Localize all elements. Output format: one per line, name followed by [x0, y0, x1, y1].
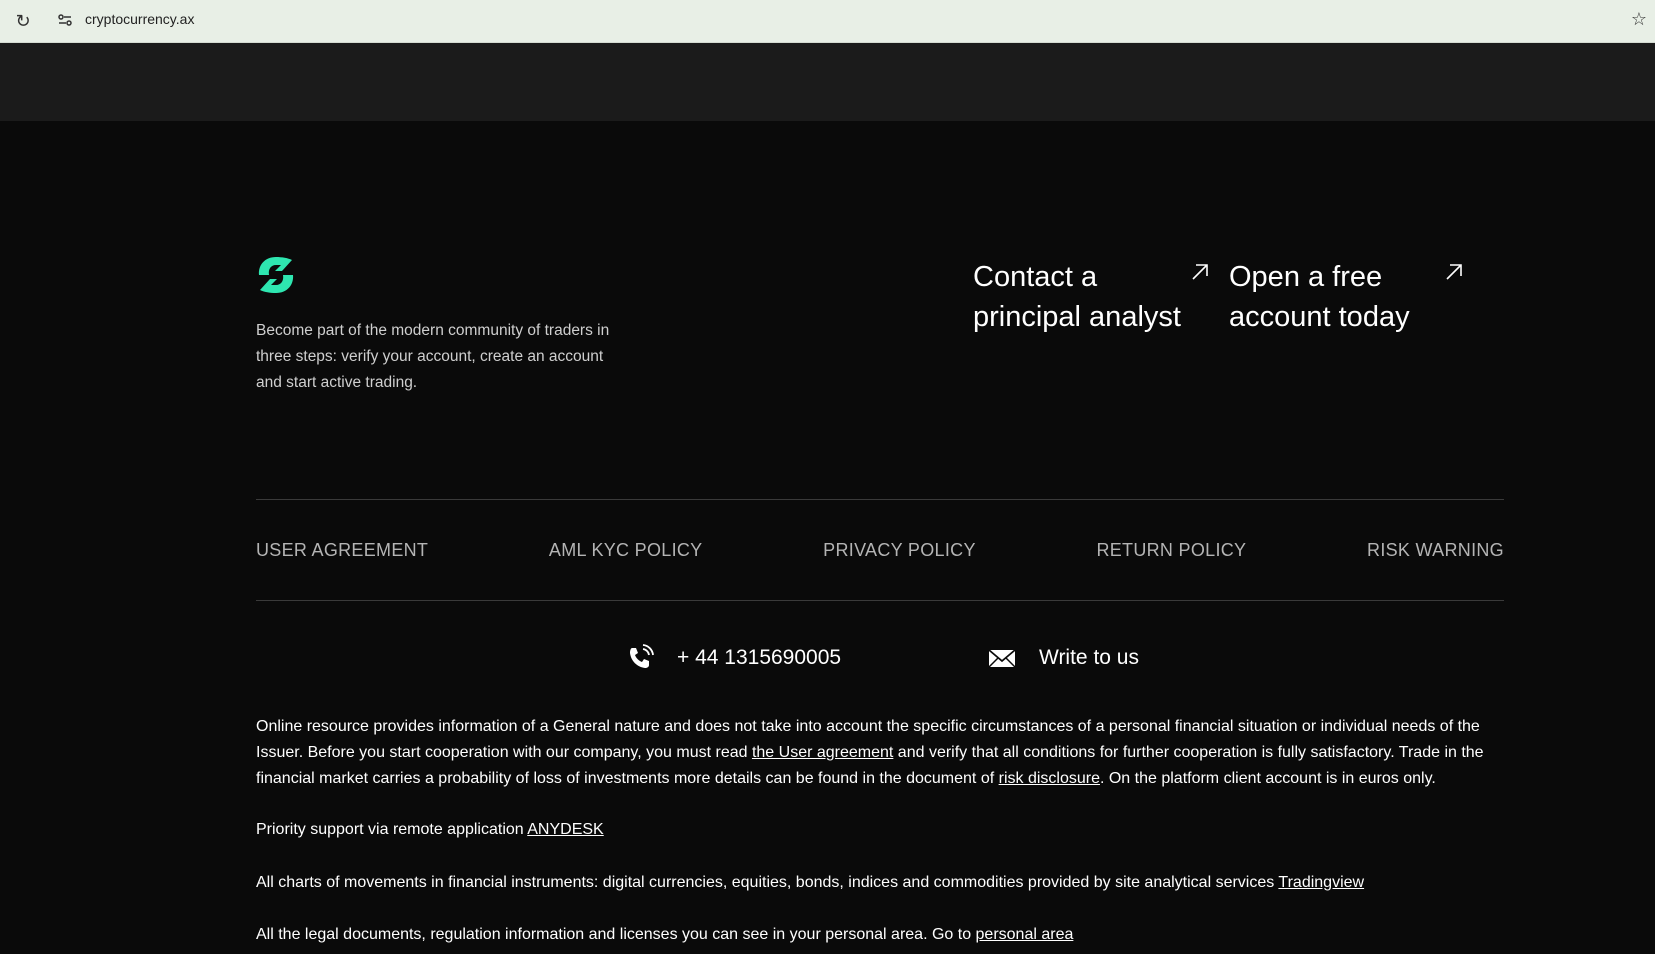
arrow-up-right-icon[interactable] [1190, 262, 1210, 282]
charts-text: All charts of movements in financial ins… [256, 874, 1279, 891]
charts-note: All charts of movements in financial ins… [256, 870, 1486, 896]
header-band [0, 43, 1655, 121]
star-icon[interactable]: ☆ [1631, 9, 1647, 30]
anydesk-link[interactable]: ANYDESK [527, 821, 603, 838]
nav-return-policy[interactable]: RETURN POLICY [1096, 540, 1246, 564]
arrow-up-right-icon[interactable] [1444, 262, 1464, 282]
reload-icon[interactable]: ↻ [12, 10, 34, 32]
divider [256, 600, 1504, 601]
site-info-icon[interactable] [56, 11, 74, 29]
risk-disclosure-link[interactable]: risk disclosure [999, 770, 1100, 787]
nav-privacy-policy[interactable]: PRIVACY POLICY [823, 540, 976, 564]
nav-aml-kyc-policy[interactable]: AML KYC POLICY [549, 540, 703, 564]
divider [256, 499, 1504, 500]
url-text[interactable]: cryptocurrency.ax [85, 11, 194, 27]
tradingview-link[interactable]: Tradingview [1278, 874, 1364, 891]
legal-docs-note: All the legal documents, regulation info… [256, 922, 1486, 948]
legal-text: . On the platform client account is in e… [1099, 770, 1436, 787]
nav-user-agreement[interactable]: USER AGREEMENT [256, 540, 428, 564]
nav-risk-warning[interactable]: RISK WARNING [1367, 540, 1504, 564]
envelope-icon [988, 649, 1016, 668]
write-to-us-link[interactable]: Write to us [1039, 646, 1139, 670]
mail-contact[interactable]: Write to us [987, 643, 1139, 673]
legal-disclaimer: Online resource provides information of … [256, 714, 1486, 792]
legal-docs-text: All the legal documents, regulation info… [256, 926, 976, 943]
phone-number[interactable]: + 44 1315690005 [677, 646, 841, 670]
support-text: Priority support via remote application [256, 821, 528, 838]
browser-toolbar: ↻ cryptocurrency.ax ☆ [0, 0, 1655, 43]
brand-logo[interactable] [255, 254, 297, 296]
personal-area-link[interactable]: personal area [976, 926, 1074, 943]
about-text: Become part of the modern community of t… [256, 322, 610, 391]
footer-nav: USER AGREEMENT AML KYC POLICY PRIVACY PO… [256, 540, 1504, 564]
phone-contact[interactable]: + 44 1315690005 [625, 643, 841, 673]
address-bar[interactable] [50, 5, 1640, 38]
user-agreement-link[interactable]: the User agreement [752, 744, 893, 761]
open-account-link[interactable]: Open a free account today [1229, 257, 1459, 337]
phone-icon [630, 644, 654, 668]
support-note: Priority support via remote application … [256, 817, 1486, 843]
contact-analyst-link[interactable]: Contact a principal analyst [973, 257, 1203, 337]
